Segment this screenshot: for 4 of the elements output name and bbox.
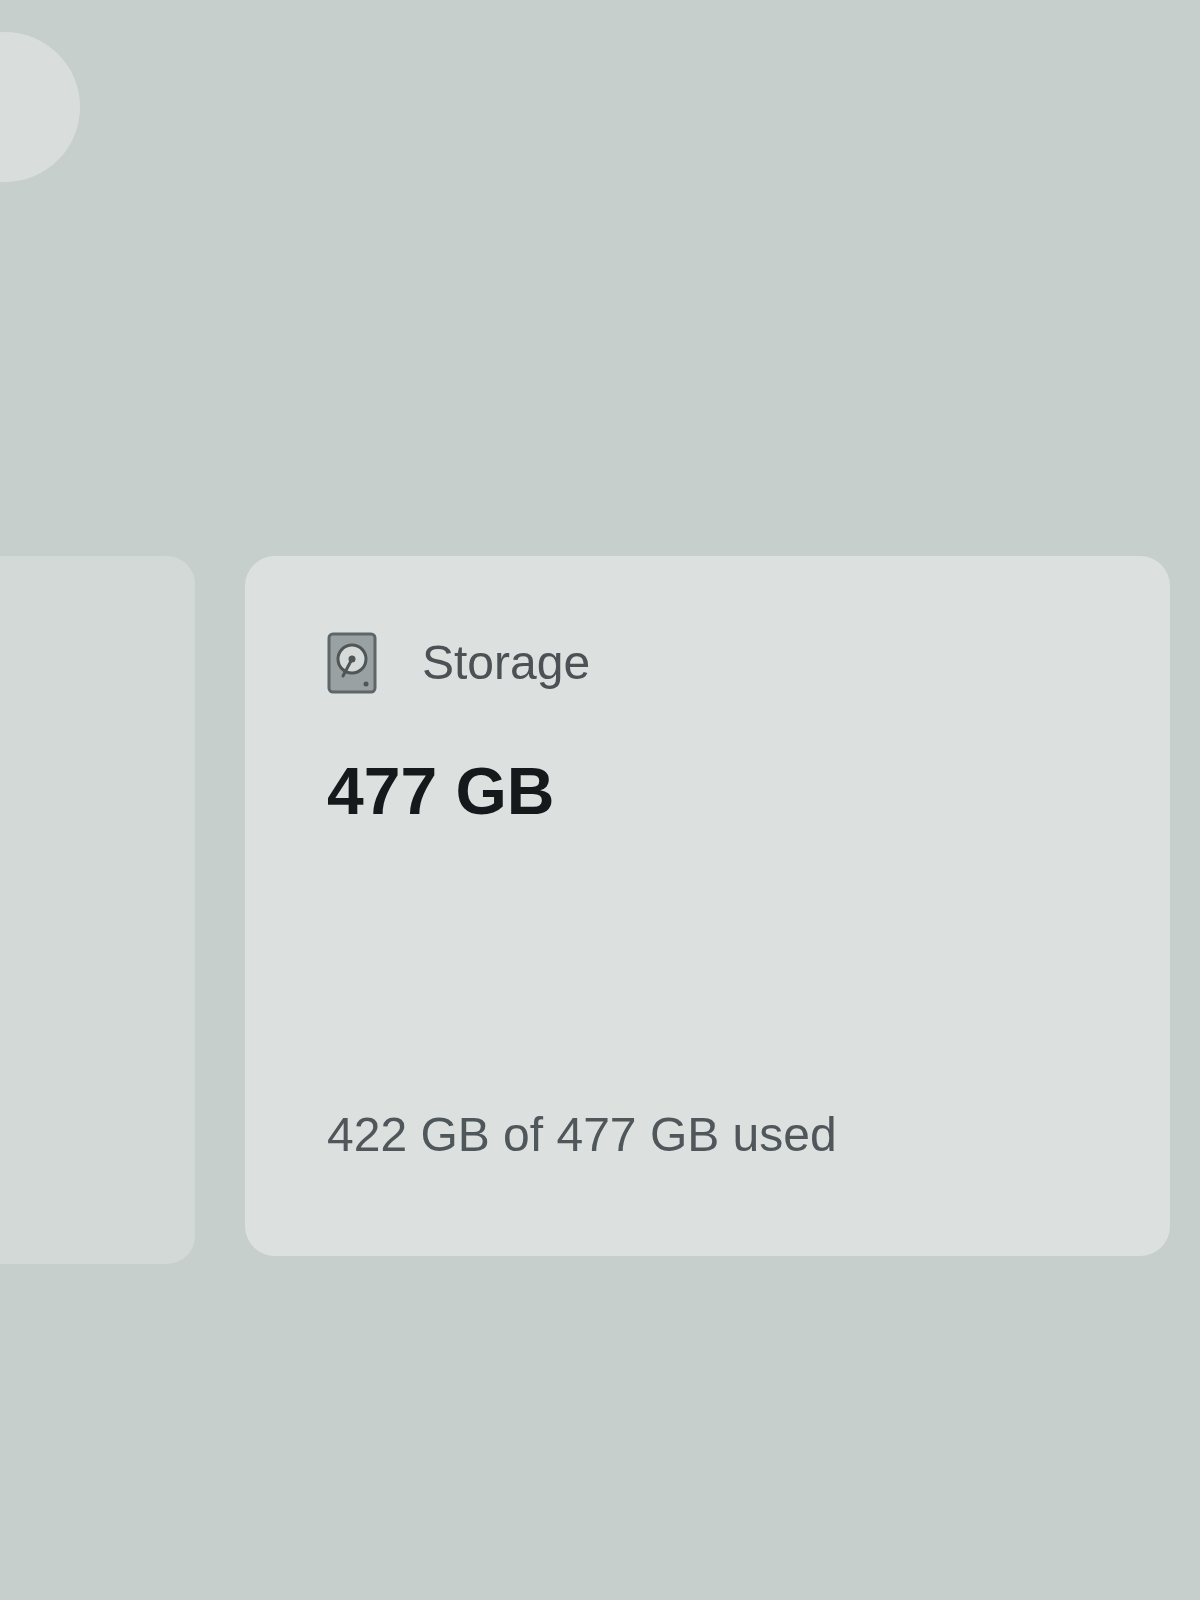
storage-usage: 422 GB of 477 GB used: [327, 1107, 837, 1163]
disk-drive-icon: [327, 632, 377, 694]
card-title: Storage: [422, 635, 591, 691]
storage-total: 477 GB: [327, 753, 555, 830]
